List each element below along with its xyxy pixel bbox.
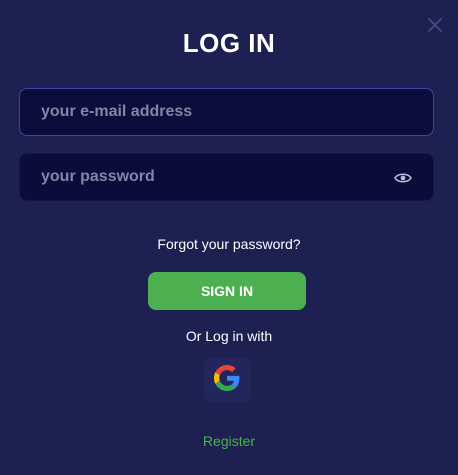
forgot-password-link[interactable]: Forgot your password? <box>0 236 458 252</box>
email-field-container <box>19 88 434 136</box>
sign-in-button[interactable]: SIGN IN <box>148 272 306 310</box>
google-icon <box>214 364 240 396</box>
password-field[interactable] <box>20 154 433 200</box>
google-login-button[interactable] <box>204 358 250 402</box>
email-field[interactable] <box>20 89 433 135</box>
register-link[interactable]: Register <box>0 433 458 449</box>
eye-icon[interactable] <box>394 171 412 185</box>
password-field-container <box>19 153 434 201</box>
social-login-label: Or Log in with <box>185 328 273 344</box>
login-dialog: LOG IN Forgot your password? SIGN IN Or … <box>0 0 458 475</box>
page-title: LOG IN <box>182 28 276 58</box>
